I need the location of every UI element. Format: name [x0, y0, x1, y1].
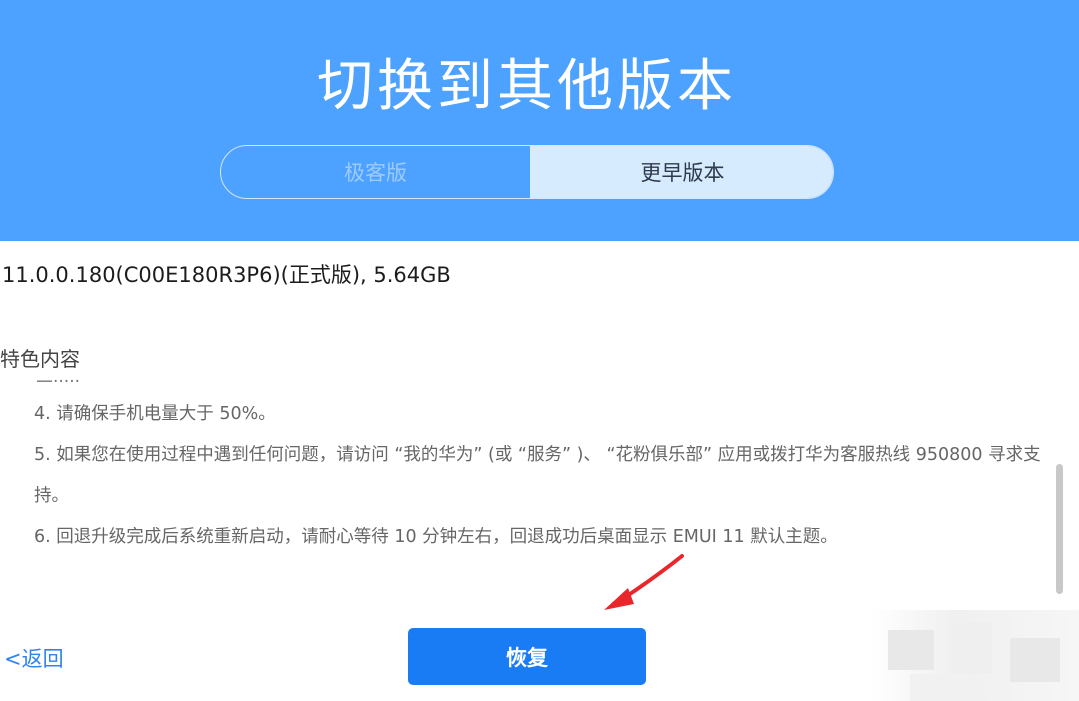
- page-title: 切换到其他版本: [317, 54, 737, 119]
- header: 切换到其他版本 极客版 更早版本: [0, 0, 1079, 241]
- scrollbar[interactable]: [1056, 372, 1064, 594]
- tab-earlier-version[interactable]: 更早版本: [530, 146, 833, 198]
- note-item-4: 4. 请确保手机电量大于 50%。: [34, 404, 276, 424]
- tab-geek-edition[interactable]: 极客版: [221, 146, 530, 198]
- release-notes[interactable]: 二..... 4. 请确保手机电量大于 50%。 5. 如果您在使用过程中遇到任…: [34, 372, 1054, 582]
- note-item-5: 5. 如果您在使用过程中遇到任何问题，请访问 “我的华为” (或 “服务” )、…: [34, 445, 1041, 506]
- features-title: 特色内容: [0, 347, 80, 371]
- red-arrow-icon: [604, 554, 684, 610]
- scrollbar-thumb[interactable]: [1056, 464, 1063, 594]
- switch-version-dialog: 切换到其他版本 极客版 更早版本 11.0.0.180(C00E180R3P6)…: [0, 0, 1079, 701]
- back-link[interactable]: <返回: [4, 643, 64, 673]
- version-tabs: 极客版 更早版本: [220, 145, 834, 199]
- version-info: 11.0.0.180(C00E180R3P6)(正式版), 5.64GB: [2, 263, 451, 287]
- restore-button[interactable]: 恢复: [408, 628, 646, 685]
- clipped-line: 二.....: [36, 372, 81, 387]
- watermark-blur: [870, 610, 1079, 701]
- note-item-6: 6. 回退升级完成后系统重新启动，请耐心等待 10 分钟左右，回退成功后桌面显示…: [34, 527, 838, 547]
